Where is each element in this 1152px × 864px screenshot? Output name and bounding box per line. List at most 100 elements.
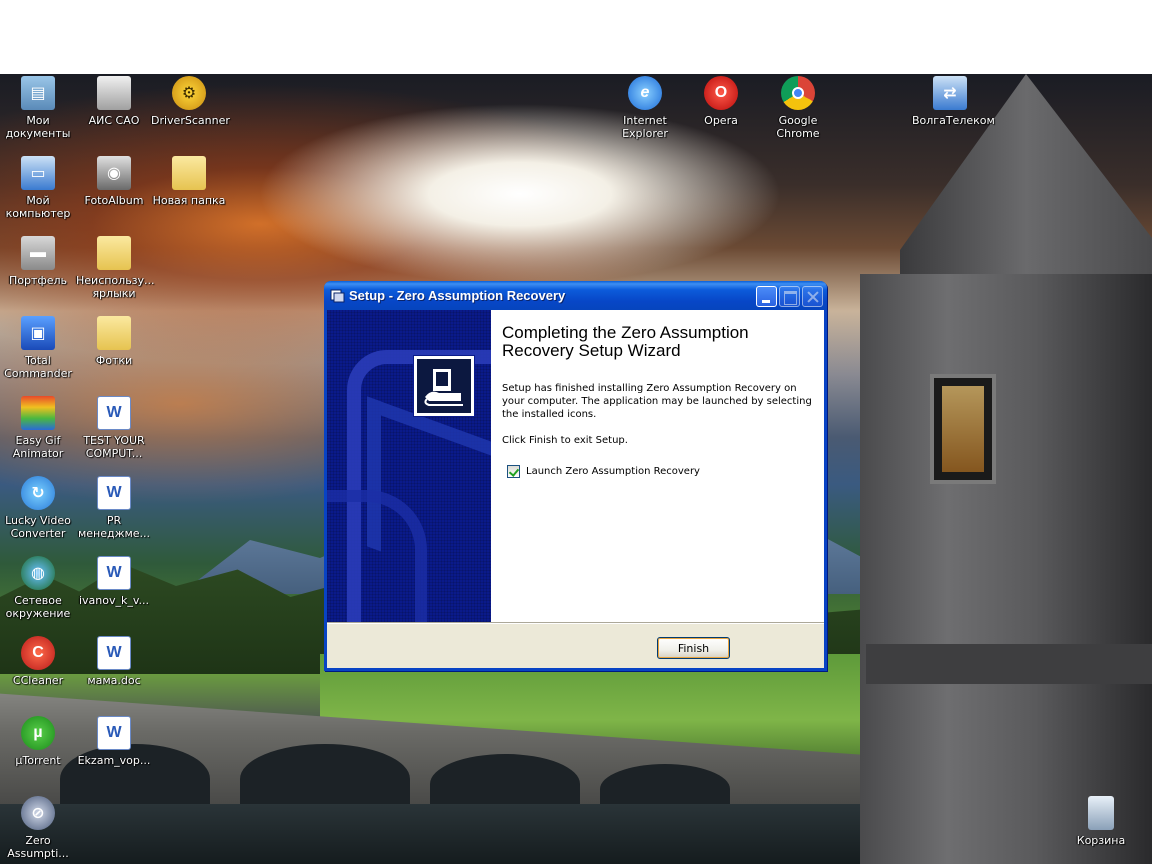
desktop-icon-ivanov[interactable]: W ivanov_k_v...: [76, 556, 152, 607]
top-blank-area: [0, 0, 1152, 74]
desktop-icon-new-folder[interactable]: Новая папка: [151, 156, 227, 207]
desktop-icon-label: Easy Gif Animator: [12, 434, 64, 460]
desktop-icon-ekzam[interactable]: W Ekzam_vop...: [76, 716, 152, 767]
desktop-icon-total-commander[interactable]: ▣ Total Commander: [0, 316, 76, 380]
desktop-icon-label: Фотки: [95, 354, 133, 367]
floppy-icon: ▣: [21, 316, 55, 350]
desktop-icon-unused-shortcuts[interactable]: Неиспользу... ярлыки: [76, 236, 155, 300]
desktop-icon-label: Корзина: [1076, 834, 1126, 847]
footer-divider: [327, 622, 824, 624]
app-icon: [97, 76, 131, 110]
desktop-icon-label: DriverScanner: [151, 114, 230, 127]
desktop-icon-label: TEST YOUR COMPUT...: [83, 434, 145, 460]
driverscanner-icon: ⚙: [172, 76, 206, 110]
ccleaner-icon: C: [21, 636, 55, 670]
desktop-icon-label: Портфель: [8, 274, 68, 287]
setup-app-icon: [330, 289, 345, 303]
desktop-icon-fotki[interactable]: Фотки: [76, 316, 152, 367]
internet-explorer-icon: e: [628, 76, 662, 110]
zero-assumption-icon: ⊘: [21, 796, 55, 830]
desktop-icon-volgatelecom[interactable]: ⇄ ВолгаТелеком: [912, 76, 995, 127]
network-connection-icon: ⇄: [933, 76, 967, 110]
desktop-icon-pr-menedzhment[interactable]: W PR менеджме...: [76, 476, 152, 540]
wizard-side-image: [327, 310, 491, 622]
utorrent-icon: µ: [21, 716, 55, 750]
word-document-icon: W: [97, 636, 131, 670]
network-icon: ◍: [21, 556, 55, 590]
desktop-icon-label: Lucky Video Converter: [5, 514, 71, 540]
desktop-icon-recycle-bin[interactable]: Корзина: [1063, 796, 1139, 847]
word-document-icon: W: [97, 716, 131, 750]
folder-icon: [97, 316, 131, 350]
wallpaper-water: [0, 804, 880, 864]
window-title: Setup - Zero Assumption Recovery: [349, 288, 566, 303]
wallpaper-tower-ring: [866, 644, 1152, 684]
desktop-icon-internet-explorer[interactable]: e Internet Explorer: [607, 76, 683, 140]
window-titlebar[interactable]: Setup - Zero Assumption Recovery: [324, 281, 827, 310]
camera-icon: ◉: [97, 156, 131, 190]
finish-button[interactable]: Finish: [657, 637, 730, 659]
chrome-icon: [781, 76, 815, 110]
desktop-icon-mama-doc[interactable]: W мама.doc: [76, 636, 152, 687]
installer-computer-icon: [413, 355, 475, 417]
desktop-icon-label: Zero Assumpti...: [7, 834, 69, 860]
wizard-heading: Completing the Zero Assumption Recovery …: [502, 323, 749, 360]
desktop-icon-utorrent[interactable]: µ µTorrent: [0, 716, 76, 767]
desktop-icon-label: FotoAlbum: [84, 194, 144, 207]
gif-animator-icon: [21, 396, 55, 430]
wizard-finish-instruction: Click Finish to exit Setup.: [502, 435, 628, 446]
desktop-icon-driverscanner[interactable]: ⚙ DriverScanner: [151, 76, 230, 127]
close-button: [802, 286, 823, 307]
folder-icon: [172, 156, 206, 190]
wizard-content: Completing the Zero Assumption Recovery …: [491, 310, 824, 622]
desktop-icon-network[interactable]: ◍ Сетевое окружение: [0, 556, 76, 620]
desktop-icon-test-your-computer[interactable]: W TEST YOUR COMPUT...: [76, 396, 152, 460]
setup-window[interactable]: Setup - Zero Assumption Recovery Complet…: [324, 281, 827, 671]
wizard-body-text: Setup has finished installing Zero Assum…: [502, 383, 812, 420]
desktop-icon-ais-sao[interactable]: АИС САО: [76, 76, 152, 127]
desktop-icon-easy-gif-animator[interactable]: Easy Gif Animator: [0, 396, 76, 460]
desktop-icon-label: мама.doc: [87, 674, 141, 687]
desktop-icon-label: CCleaner: [12, 674, 64, 687]
launch-option[interactable]: Launch Zero Assumption Recovery: [507, 464, 700, 479]
desktop-icon-label: Opera: [704, 114, 738, 127]
video-converter-icon: ↻: [21, 476, 55, 510]
desktop-icon-label: Неиспользу... ярлыки: [76, 274, 155, 300]
word-document-icon: W: [97, 476, 131, 510]
recycle-bin-icon: [1088, 796, 1114, 830]
desktop-icon-label: Internet Explorer: [622, 114, 668, 140]
desktop-icon-my-documents[interactable]: ▤ Мои документы: [0, 76, 76, 140]
folder-icon: [97, 236, 131, 270]
folder-documents-icon: ▤: [21, 76, 55, 110]
desktop-icon-google-chrome[interactable]: Google Chrome: [760, 76, 836, 140]
wizard-side-graphic: [327, 490, 427, 622]
opera-icon: O: [704, 76, 738, 110]
desktop-icon-briefcase[interactable]: ▬ Портфель: [0, 236, 76, 287]
desktop-icon-label: АИС САО: [88, 114, 140, 127]
word-document-icon: W: [97, 556, 131, 590]
desktop-icon-label: Ekzam_vop...: [77, 754, 151, 767]
launch-checkbox[interactable]: [507, 465, 520, 478]
desktop-icon-label: Сетевое окружение: [5, 594, 71, 620]
wallpaper-tower: [860, 274, 1152, 864]
desktop-icon-label: ВолгаТелеком: [912, 114, 995, 127]
word-document-icon: W: [97, 396, 131, 430]
launch-checkbox-label[interactable]: Launch Zero Assumption Recovery: [526, 466, 700, 477]
desktop-icon-zero-assumption[interactable]: ⊘ Zero Assumpti...: [0, 796, 76, 860]
desktop-icon-label: Мои документы: [5, 114, 71, 140]
wallpaper-tower-window: [930, 374, 996, 484]
desktop-icon-label: Новая папка: [152, 194, 226, 207]
desktop-icon-opera[interactable]: O Opera: [683, 76, 759, 127]
desktop-icon-label: Мой компьютер: [5, 194, 71, 220]
desktop-icon-label: Google Chrome: [776, 114, 820, 140]
briefcase-icon: ▬: [21, 236, 55, 270]
desktop-icon-my-computer[interactable]: ▭ Мой компьютер: [0, 156, 76, 220]
desktop-icon-label: PR менеджме...: [77, 514, 151, 540]
desktop-icon-lucky-video-converter[interactable]: ↻ Lucky Video Converter: [0, 476, 76, 540]
desktop-icon-label: µTorrent: [15, 754, 61, 767]
computer-install-icon: [417, 359, 471, 413]
desktop-icon-fotoalbum[interactable]: ◉ FotoAlbum: [76, 156, 152, 207]
minimize-button[interactable]: [756, 286, 777, 307]
desktop-icon-ccleaner[interactable]: C CCleaner: [0, 636, 76, 687]
computer-icon: ▭: [21, 156, 55, 190]
